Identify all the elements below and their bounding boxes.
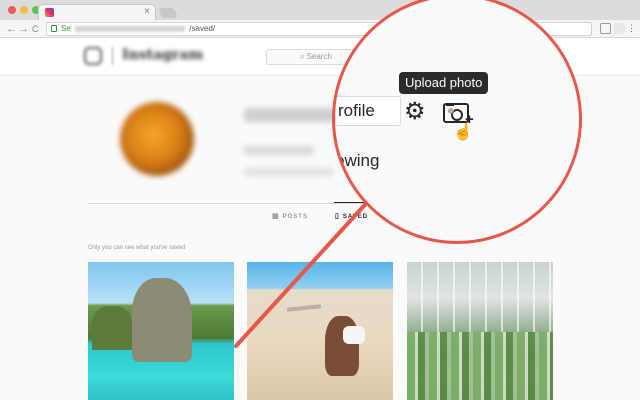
logo-divider	[112, 47, 113, 65]
photo-detail	[325, 316, 359, 376]
browser-menu-icon[interactable]: ⋮	[626, 23, 637, 34]
photo-detail	[132, 278, 192, 362]
photo-detail	[407, 262, 553, 332]
search-placeholder: Search	[306, 52, 332, 61]
saved-photo-lagoon[interactable]	[88, 262, 234, 400]
search-icon: ⌕	[300, 52, 305, 61]
tab-posts-label: POSTS	[282, 214, 308, 220]
forward-button[interactable]: →	[18, 21, 29, 37]
avatar[interactable]	[120, 102, 194, 176]
browser-tab-strip: ×	[0, 0, 640, 20]
magnifier-callout: rofile ⚙ Upload photo + ☝ owing	[332, 0, 582, 244]
instagram-logo-icon[interactable]	[84, 47, 102, 65]
url-path: /saved/	[189, 24, 216, 33]
edit-profile-button[interactable]: rofile	[335, 96, 401, 126]
close-tab-icon[interactable]: ×	[144, 6, 150, 18]
instagram-favicon-icon	[45, 8, 54, 17]
profile-bio-redacted	[244, 168, 334, 176]
photo-detail	[343, 326, 365, 344]
back-button[interactable]: ←	[6, 21, 17, 37]
photo-detail	[92, 306, 132, 350]
tab-saved[interactable]: ▯ SAVED	[335, 212, 368, 220]
bookmark-icon: ▯	[335, 213, 340, 220]
tab-saved-label: SAVED	[342, 214, 369, 220]
grid-icon: ▦	[272, 213, 280, 220]
saved-private-note: Only you can see what you've saved	[88, 245, 186, 251]
photo-detail	[407, 332, 553, 400]
gear-icon[interactable]: ⚙	[404, 100, 428, 124]
upload-photo-tooltip: Upload photo	[399, 72, 489, 94]
camera-color-dot	[448, 108, 454, 114]
reload-button[interactable]: C	[32, 21, 39, 37]
instagram-wordmark[interactable]: Instagram	[122, 47, 203, 63]
browser-tab-instagram[interactable]: ×	[38, 4, 156, 20]
url-redacted	[75, 25, 186, 32]
extension-icon[interactable]	[600, 23, 611, 34]
minimize-window-button[interactable]	[20, 6, 28, 14]
profile-stats-redacted	[244, 146, 314, 155]
hand-cursor-icon: ☝	[453, 124, 473, 141]
close-window-button[interactable]	[8, 6, 16, 14]
photo-detail	[286, 304, 322, 312]
new-tab-button[interactable]	[158, 8, 178, 18]
saved-photo-greenhouse[interactable]	[407, 262, 553, 400]
tab-posts[interactable]: ▦ POSTS	[272, 212, 308, 220]
extension-icon[interactable]	[614, 23, 625, 34]
saved-photo-beach[interactable]	[247, 262, 393, 400]
secure-label: Se	[61, 24, 71, 33]
lock-icon	[51, 25, 57, 32]
following-count-label[interactable]: owing	[335, 151, 379, 171]
